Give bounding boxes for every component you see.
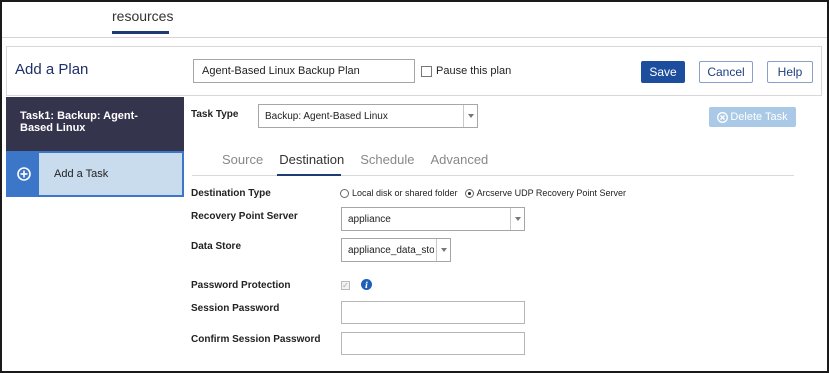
task-tabs: Source Destination Schedule Advanced (222, 152, 504, 167)
destination-type-options: Local disk or shared folder Arcserve UDP… (340, 188, 626, 198)
confirm-session-password-input[interactable] (341, 332, 525, 355)
password-protection-checkbox[interactable]: ✓ (341, 281, 350, 290)
cancel-button[interactable]: Cancel (699, 61, 753, 83)
plan-header: Add a Plan Pause this plan Save Cancel H… (6, 46, 822, 96)
add-task-label: Add a Task (54, 168, 109, 180)
plus-circle-icon (16, 167, 31, 181)
page-title: Add a Plan (15, 61, 89, 78)
app-frame: resources Add a Plan Pause this plan Sav… (0, 0, 829, 373)
add-task-icon-box (8, 153, 39, 195)
chevron-down-icon[interactable] (436, 239, 450, 261)
password-protection-label: Password Protection (191, 280, 291, 291)
info-icon[interactable]: i (361, 279, 372, 290)
data-store-label: Data Store (191, 241, 242, 252)
tab-active-indicator (277, 174, 341, 176)
recovery-point-server-value: appliance (348, 213, 391, 225)
task-type-select[interactable]: Backup: Agent-Based Linux (258, 104, 478, 128)
radio-recovery-point-server-label: Arcserve UDP Recovery Point Server (476, 188, 626, 198)
close-circle-icon (717, 111, 729, 123)
session-password-input[interactable] (341, 301, 525, 324)
chevron-down-icon[interactable] (463, 105, 477, 127)
confirm-session-password-label: Confirm Session Password (191, 334, 321, 345)
tab-schedule[interactable]: Schedule (360, 152, 414, 167)
tab-source[interactable]: Source (222, 152, 263, 167)
delete-task-button[interactable]: Delete Task (709, 107, 796, 127)
tab-destination[interactable]: Destination (279, 152, 344, 167)
add-task-item[interactable]: Add a Task (6, 151, 184, 197)
save-button[interactable]: Save (641, 61, 685, 83)
pause-plan-label: Pause this plan (436, 65, 512, 77)
pause-plan-checkbox-box[interactable] (421, 65, 432, 77)
destination-type-label: Destination Type (191, 188, 271, 199)
delete-task-label: Delete Task (730, 111, 788, 123)
task-editor: Task Type Backup: Agent-Based Linux Dele… (184, 97, 824, 371)
radio-local-disk[interactable] (340, 188, 349, 198)
plan-name-input[interactable] (193, 59, 415, 83)
task-type-label: Task Type (191, 109, 239, 120)
radio-local-disk-label: Local disk or shared folder (352, 188, 458, 198)
top-navigation: resources (2, 2, 827, 38)
tab-advanced[interactable]: Advanced (430, 152, 488, 167)
sidebar-item-task1-label: Task1: Backup: Agent-Based Linux (20, 110, 138, 134)
recovery-point-server-select[interactable]: appliance (341, 207, 525, 231)
help-button[interactable]: Help (767, 61, 813, 83)
recovery-point-server-label: Recovery Point Server (191, 211, 298, 222)
nav-active-indicator (112, 31, 169, 34)
task-type-value: Backup: Agent-Based Linux (265, 110, 388, 122)
radio-recovery-point-server[interactable] (464, 188, 474, 198)
session-password-label: Session Password (191, 303, 280, 314)
chevron-down-icon[interactable] (510, 208, 524, 230)
task-sidebar: Task1: Backup: Agent-Based Linux Add a T… (6, 97, 184, 202)
pause-plan-checkbox[interactable]: Pause this plan (421, 65, 511, 77)
data-store-value: appliance_data_store (348, 244, 434, 256)
data-store-select[interactable]: appliance_data_store (341, 238, 451, 262)
sidebar-item-task1[interactable]: Task1: Backup: Agent-Based Linux (6, 97, 184, 151)
nav-tab-resources[interactable]: resources (112, 8, 173, 24)
